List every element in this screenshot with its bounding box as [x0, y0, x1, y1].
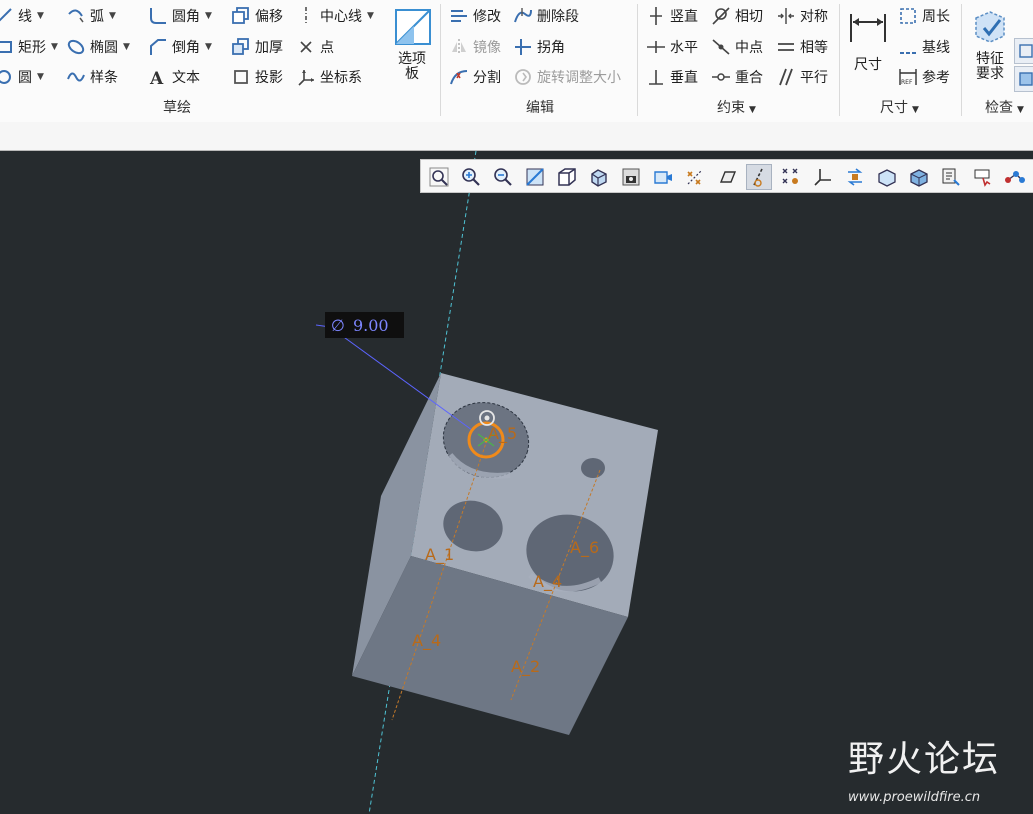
saved-views-icon [591, 169, 607, 187]
graphics-area[interactable] [0, 0, 1033, 814]
shade-button[interactable] [906, 164, 932, 190]
model-tree-toggle-button[interactable] [1002, 164, 1028, 190]
annotation-display-button[interactable] [874, 164, 900, 190]
display-style-button[interactable] [554, 164, 580, 190]
regenerate-button[interactable] [938, 164, 964, 190]
axis-label-a6[interactable]: A_6 [570, 538, 599, 557]
view-manager-button[interactable] [618, 164, 644, 190]
axis-label-a4-lower[interactable]: A_4 [412, 631, 441, 650]
datum-display-icon [687, 169, 703, 185]
zoom-in-button[interactable] [458, 164, 484, 190]
appearance-icon [974, 169, 991, 187]
hole-tiny[interactable] [581, 458, 605, 478]
diameter-symbol: ∅ [331, 315, 345, 335]
axis-label-a2[interactable]: A_2 [511, 657, 540, 676]
zoom-out-button[interactable] [490, 164, 516, 190]
regenerate-icon [942, 168, 960, 186]
axis-label-a5[interactable]: A_5 [488, 424, 517, 443]
point-display-button[interactable] [778, 164, 804, 190]
sketch-view-button[interactable] [746, 164, 772, 190]
perspective-button[interactable] [650, 164, 676, 190]
watermark-title: 野火论坛 [848, 739, 1001, 780]
sketch-view-icon [753, 168, 763, 187]
plane-display-button[interactable] [714, 164, 740, 190]
plane-icon [719, 171, 737, 183]
refit-button[interactable] [426, 164, 452, 190]
axis-label-a1[interactable]: A_1 [425, 545, 454, 564]
tree-icon [1005, 171, 1025, 183]
spin-center-button[interactable] [842, 164, 868, 190]
shade-icon [910, 169, 928, 187]
dimension-value: 9.00 [352, 315, 389, 335]
csys-display-button[interactable] [810, 164, 836, 190]
sketch-origin-dot [484, 415, 490, 421]
repaint-button[interactable] [522, 164, 548, 190]
spin-center-icon [847, 168, 863, 186]
csys-display-icon [814, 169, 831, 186]
appearance-button[interactable] [970, 164, 996, 190]
graphics-toolbar [420, 159, 1033, 193]
datum-display-button[interactable] [682, 164, 708, 190]
repaint-icon [526, 168, 544, 186]
saved-orientations-button[interactable] [586, 164, 612, 190]
perspective-icon [654, 171, 672, 184]
annotation-icon [878, 169, 896, 187]
point-display-icon [782, 168, 798, 184]
zoom-in-icon [462, 168, 480, 186]
watermark-url: www.proewildfire.cn [848, 790, 981, 805]
axis-label-a4[interactable]: A_4 [533, 572, 562, 591]
zoom-fit-icon [429, 167, 449, 187]
view-manager-icon [622, 168, 640, 186]
zoom-out-icon [494, 168, 512, 186]
display-style-icon [558, 168, 576, 186]
diameter-dimension[interactable]: ∅ 9.00 [325, 312, 404, 338]
